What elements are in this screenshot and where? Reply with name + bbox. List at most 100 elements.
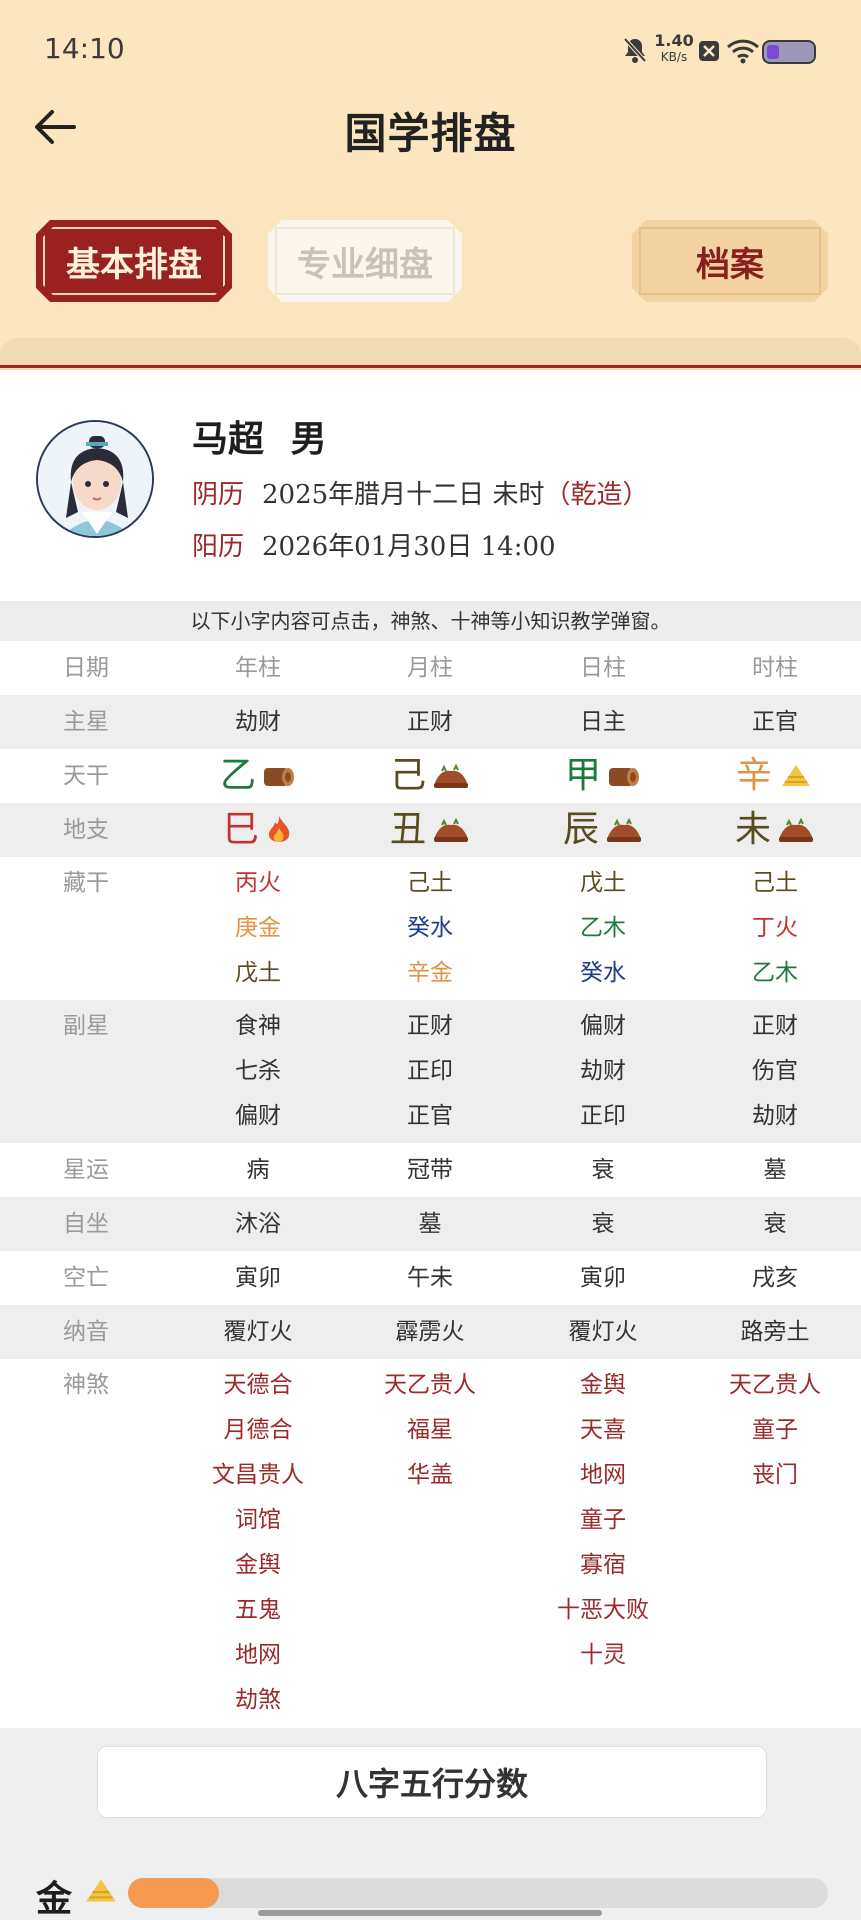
mute-bell-icon: [623, 37, 647, 63]
header-month-pillar: 月柱: [407, 655, 453, 681]
row-label-zizuo: 自坐: [63, 1211, 109, 1237]
dizhi-day[interactable]: 辰: [563, 803, 643, 857]
home-indicator[interactable]: [258, 1910, 602, 1916]
tab-basic-chart[interactable]: 基本排盘: [36, 220, 232, 302]
fuxing-month-3[interactable]: 正官: [344, 1094, 516, 1139]
kongwang-hour[interactable]: 戌亥: [689, 1251, 861, 1305]
shensha-month-3[interactable]: 华盖: [344, 1453, 516, 1498]
row-label-fuxing: 副星: [63, 1013, 109, 1039]
canggan-hour-1[interactable]: 己土: [689, 861, 861, 906]
wood-log-icon: [264, 768, 294, 786]
earth-mound-icon: [434, 763, 468, 788]
shensha-year-3[interactable]: 文昌贵人: [172, 1453, 344, 1498]
fuxing-hour-2[interactable]: 伤官: [689, 1049, 861, 1094]
fuxing-year-2[interactable]: 七杀: [172, 1049, 344, 1094]
xingyun-hour[interactable]: 墓: [689, 1143, 861, 1197]
shensha-year-4[interactable]: 词馆: [172, 1498, 344, 1543]
shensha-year-6[interactable]: 五鬼: [172, 1588, 344, 1633]
metal-score-bar: [128, 1878, 219, 1908]
fuxing-hour-3[interactable]: 劫财: [689, 1094, 861, 1139]
canggan-day-1[interactable]: 戊土: [517, 861, 689, 906]
main-star-day[interactable]: 日主: [517, 695, 689, 749]
fuxing-day-3[interactable]: 正印: [517, 1094, 689, 1139]
table-row-xingyun: 星运 病 冠带 衰 墓: [0, 1143, 861, 1197]
xingyun-year[interactable]: 病: [172, 1143, 344, 1197]
profile-gender: 男: [290, 419, 327, 460]
tab-professional-chart[interactable]: 专业细盘: [268, 220, 462, 302]
canggan-hour-3[interactable]: 乙木: [689, 951, 861, 996]
fuxing-month-1[interactable]: 正财: [344, 1004, 516, 1049]
xingyun-month[interactable]: 冠带: [344, 1143, 516, 1197]
zizuo-day[interactable]: 衰: [517, 1197, 689, 1251]
tiangan-day[interactable]: 甲: [565, 749, 641, 803]
canggan-year-2[interactable]: 庚金: [172, 906, 344, 951]
canggan-month-3[interactable]: 辛金: [344, 951, 516, 996]
main-star-year[interactable]: 劫财: [172, 695, 344, 749]
shensha-year-8[interactable]: 劫煞: [172, 1678, 344, 1723]
canggan-year-3[interactable]: 戊土: [172, 951, 344, 996]
wuxing-score-button[interactable]: 八字五行分数: [97, 1746, 767, 1818]
net-speed: 1.40 KB/s: [654, 31, 694, 65]
kongwang-month[interactable]: 午未: [344, 1251, 516, 1305]
shensha-hour-2[interactable]: 童子: [689, 1408, 861, 1453]
earth-mound-icon: [607, 817, 641, 842]
row-label-xingyun: 星运: [63, 1157, 109, 1183]
canggan-hour-2[interactable]: 丁火: [689, 906, 861, 951]
canggan-year-1[interactable]: 丙火: [172, 861, 344, 906]
table-row-tiangan: 天干 乙 己 甲 辛: [0, 749, 861, 803]
shensha-day-2[interactable]: 天喜: [517, 1408, 689, 1453]
shensha-year-2[interactable]: 月德合: [172, 1408, 344, 1453]
shensha-hour-3[interactable]: 丧门: [689, 1453, 861, 1498]
table-header-row: 日期 年柱 月柱 日柱 时柱: [0, 641, 861, 695]
shensha-day-7[interactable]: 十灵: [517, 1633, 689, 1678]
zizuo-year[interactable]: 沐浴: [172, 1197, 344, 1251]
zizuo-month[interactable]: 墓: [344, 1197, 516, 1251]
shensha-day-5[interactable]: 寡宿: [517, 1543, 689, 1588]
wifi-icon: [726, 39, 760, 64]
nayin-day[interactable]: 覆灯火: [517, 1305, 689, 1359]
shensha-year-5[interactable]: 金舆: [172, 1543, 344, 1588]
canggan-day-2[interactable]: 乙木: [517, 906, 689, 951]
lunar-label: 阴历: [192, 480, 245, 510]
dizhi-month[interactable]: 丑: [390, 803, 470, 857]
header-day-pillar: 日柱: [580, 655, 626, 681]
dizhi-hour[interactable]: 未: [735, 803, 815, 857]
canggan-month-1[interactable]: 己土: [344, 861, 516, 906]
fuxing-month-2[interactable]: 正印: [344, 1049, 516, 1094]
shensha-year-1[interactable]: 天德合: [172, 1363, 344, 1408]
shensha-month-1[interactable]: 天乙贵人: [344, 1363, 516, 1408]
page-title: 国学排盘: [344, 109, 517, 158]
shensha-hour-1[interactable]: 天乙贵人: [689, 1363, 861, 1408]
shensha-day-6[interactable]: 十恶大败: [517, 1588, 689, 1633]
fuxing-year-3[interactable]: 偏财: [172, 1094, 344, 1139]
shensha-day-1[interactable]: 金舆: [517, 1363, 689, 1408]
kongwang-year[interactable]: 寅卯: [172, 1251, 344, 1305]
nayin-year[interactable]: 覆灯火: [172, 1305, 344, 1359]
tiangan-year[interactable]: 乙: [220, 749, 296, 803]
xingyun-day[interactable]: 衰: [517, 1143, 689, 1197]
shensha-day-3[interactable]: 地网: [517, 1453, 689, 1498]
zizuo-hour[interactable]: 衰: [689, 1197, 861, 1251]
shensha-day-4[interactable]: 童子: [517, 1498, 689, 1543]
main-star-hour[interactable]: 正官: [689, 695, 861, 749]
dizhi-year[interactable]: 巳: [223, 803, 293, 857]
canggan-month-2[interactable]: 癸水: [344, 906, 516, 951]
fuxing-day-2[interactable]: 劫财: [517, 1049, 689, 1094]
tiangan-hour[interactable]: 辛: [736, 749, 814, 803]
tiangan-month[interactable]: 己: [390, 749, 470, 803]
avatar-portrait-icon: [38, 422, 152, 536]
row-label-tiangan: 天干: [63, 763, 109, 789]
row-label-dizhi: 地支: [63, 817, 109, 843]
fuxing-year-1[interactable]: 食神: [172, 1004, 344, 1049]
header-hour-pillar: 时柱: [752, 655, 798, 681]
main-star-month[interactable]: 正财: [344, 695, 516, 749]
fuxing-day-1[interactable]: 偏财: [517, 1004, 689, 1049]
nayin-hour[interactable]: 路旁土: [689, 1305, 861, 1359]
fuxing-hour-1[interactable]: 正财: [689, 1004, 861, 1049]
nayin-month[interactable]: 霹雳火: [344, 1305, 516, 1359]
shensha-month-2[interactable]: 福星: [344, 1408, 516, 1453]
tab-archive[interactable]: 档案: [632, 220, 828, 302]
shensha-year-7[interactable]: 地网: [172, 1633, 344, 1678]
canggan-day-3[interactable]: 癸水: [517, 951, 689, 996]
kongwang-day[interactable]: 寅卯: [517, 1251, 689, 1305]
